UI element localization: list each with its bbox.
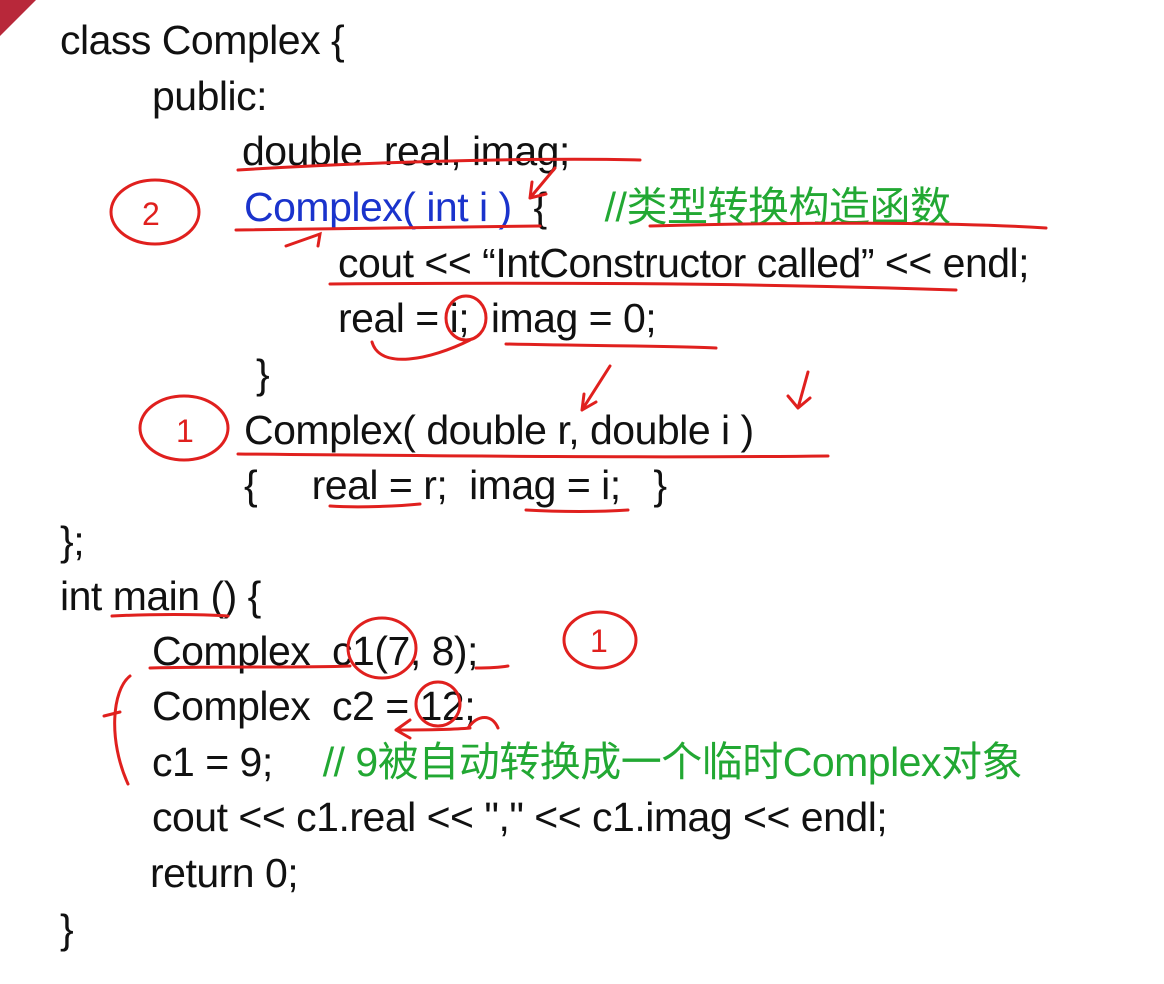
- code-line-main-end: }: [60, 906, 74, 952]
- code-line-cout-int: cout << “IntConstructor called” << endl;: [338, 240, 1030, 286]
- code-line-return: return 0;: [150, 850, 299, 896]
- hook-under-constructor: [284, 231, 322, 248]
- code-line-int-constructor: Complex( int i ) { //类型转换构造函数: [244, 183, 951, 231]
- code-line-main: int main () {: [60, 573, 261, 619]
- code-line-c1-decl: Complex c1(7, 8);: [152, 628, 478, 674]
- conversion-constructor-comment: //类型转换构造函数: [604, 184, 951, 230]
- code-line-public: public:: [152, 73, 268, 119]
- code-line-cout-c1: cout << c1.real << "," << c1.imag << end…: [152, 794, 888, 840]
- circled-mark-one-b: [562, 610, 638, 670]
- code-line-c2-decl: Complex c2 = 12;: [152, 683, 476, 729]
- code-line-close-brace: }: [256, 351, 270, 397]
- code-line-double-body: { real = r; imag = i; }: [244, 462, 667, 508]
- circled-mark-one-b-label: 1: [590, 623, 608, 659]
- int-constructor-signature: Complex( int i ): [244, 184, 512, 230]
- code-line-assign-int: real = i; imag = 0;: [338, 295, 657, 341]
- code-line-c1-assign: c1 = 9; // 9被自动转换成一个临时Complex对象: [152, 738, 1023, 786]
- curve-under-i: [370, 338, 472, 361]
- underline-eight: [474, 664, 510, 670]
- circled-mark-one: [138, 394, 230, 462]
- c1-assign-code: c1 = 9;: [152, 739, 273, 785]
- code-line-class-decl: class Complex {: [60, 17, 345, 63]
- int-constructor-brace: {: [511, 184, 547, 230]
- temp-object-comment: // 9被自动转换成一个临时Complex对象: [322, 739, 1023, 785]
- slide-corner-accent: [0, 0, 36, 36]
- circled-mark-two-label: 2: [142, 196, 160, 232]
- underline-imag-zero: [504, 342, 718, 350]
- circled-mark-one-label: 1: [176, 413, 194, 449]
- code-line-double-constructor: Complex( double r, double i ): [244, 407, 754, 453]
- arrow-to-i: [786, 370, 812, 410]
- arrow-to-r: [580, 364, 612, 412]
- bracket-left: [102, 674, 132, 786]
- code-line-class-end: };: [60, 518, 85, 564]
- underline-double-constructor: [236, 452, 830, 459]
- code-line-members: double real, imag;: [242, 128, 570, 174]
- circled-mark-two: [109, 178, 201, 246]
- underline-imag-i: [524, 508, 630, 513]
